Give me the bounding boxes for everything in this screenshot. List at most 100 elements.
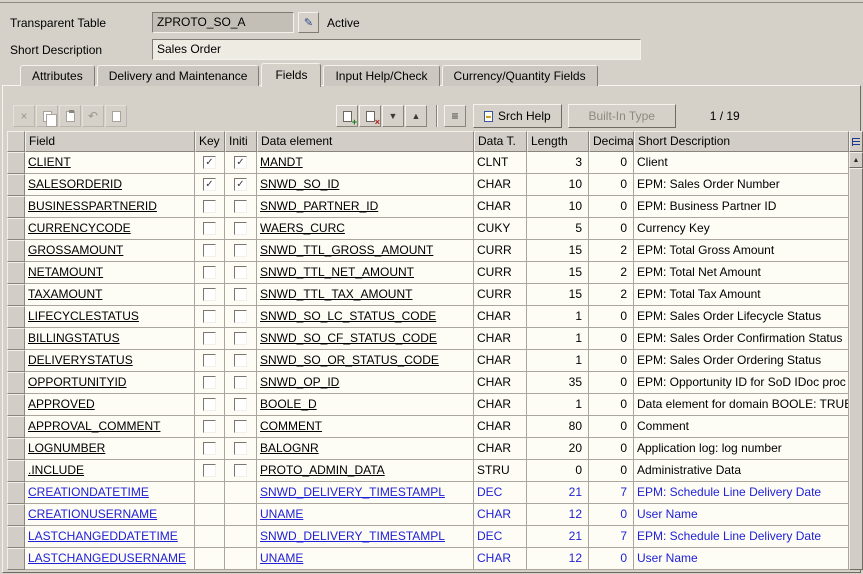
row-selector[interactable] [7,262,25,284]
table-name-input[interactable]: ZPROTO_SO_A [152,12,294,33]
checkbox[interactable] [234,442,247,455]
field-name-link[interactable]: BILLINGSTATUS [25,328,195,350]
row-selector[interactable] [7,306,25,328]
checkbox[interactable] [203,310,216,323]
initial-checkbox-cell[interactable] [225,196,257,218]
checkbox[interactable]: ✓ [203,178,216,191]
select-block-button[interactable] [105,105,127,127]
field-name-link[interactable]: NETAMOUNT [25,262,195,284]
field-name-link[interactable]: LIFECYCLESTATUS [25,306,195,328]
initial-checkbox-cell[interactable] [225,240,257,262]
data-element-link[interactable]: SNWD_DELIVERY_TIMESTAMPL [257,526,474,548]
field-name-link[interactable]: .INCLUDE [25,460,195,482]
initial-checkbox-cell[interactable] [225,306,257,328]
checkbox[interactable] [234,464,247,477]
data-element-link[interactable]: SNWD_TTL_NET_AMOUNT [257,262,474,284]
row-selector[interactable] [7,416,25,438]
data-element-link[interactable]: SNWD_SO_OR_STATUS_CODE [257,350,474,372]
checkbox[interactable] [234,420,247,433]
key-checkbox-cell[interactable] [195,482,225,504]
field-name-link[interactable]: CLIENT [25,152,195,174]
row-selector[interactable] [7,152,25,174]
field-name-link[interactable]: TAXAMOUNT [25,284,195,306]
key-checkbox-cell[interactable] [195,350,225,372]
row-selector[interactable] [7,218,25,240]
field-name-link[interactable]: LOGNUMBER [25,438,195,460]
initial-checkbox-cell[interactable] [225,548,257,570]
field-name-link[interactable]: CURRENCYCODE [25,218,195,240]
data-element-link[interactable]: UNAME [257,504,474,526]
data-element-link[interactable]: SNWD_OP_ID [257,372,474,394]
key-checkbox-cell[interactable] [195,328,225,350]
initial-checkbox-cell[interactable] [225,218,257,240]
tab-currency-quantity-fields[interactable]: Currency/Quantity Fields [441,65,598,86]
tab-fields[interactable]: Fields [261,63,322,87]
checkbox[interactable] [234,244,247,257]
key-checkbox-cell[interactable] [195,218,225,240]
key-checkbox-cell[interactable] [195,460,225,482]
checkbox[interactable] [203,442,216,455]
key-checkbox-cell[interactable] [195,262,225,284]
checkbox[interactable] [234,354,247,367]
key-checkbox-cell[interactable] [195,306,225,328]
key-checkbox-cell[interactable] [195,438,225,460]
key-checkbox-cell[interactable] [195,548,225,570]
checkbox[interactable] [203,288,216,301]
hierarchy-button[interactable]: ≡ [444,105,466,127]
data-element-link[interactable]: SNWD_TTL_GROSS_AMOUNT [257,240,474,262]
data-element-link[interactable]: SNWD_SO_ID [257,174,474,196]
data-element-link[interactable]: UNAME [257,548,474,570]
short-description-input[interactable]: Sales Order [152,39,641,60]
checkbox[interactable] [203,354,216,367]
scrollbar-thumb[interactable] [849,168,863,570]
data-element-link[interactable]: SNWD_TTL_TAX_AMOUNT [257,284,474,306]
field-name-link[interactable]: APPROVAL_COMMENT [25,416,195,438]
row-selector[interactable] [7,372,25,394]
initial-checkbox-cell[interactable]: ✓ [225,152,257,174]
row-selector[interactable] [7,394,25,416]
row-selector[interactable] [7,240,25,262]
key-checkbox-cell[interactable] [195,196,225,218]
field-name-link[interactable]: APPROVED [25,394,195,416]
data-element-link[interactable]: SNWD_SO_LC_STATUS_CODE [257,306,474,328]
checkbox[interactable] [203,398,216,411]
row-selector[interactable] [7,284,25,306]
initial-checkbox-cell[interactable] [225,460,257,482]
field-name-link[interactable]: BUSINESSPARTNERID [25,196,195,218]
key-checkbox-cell[interactable]: ✓ [195,174,225,196]
initial-checkbox-cell[interactable]: ✓ [225,174,257,196]
checkbox[interactable] [203,464,216,477]
checkbox[interactable] [234,200,247,213]
key-checkbox-cell[interactable] [195,284,225,306]
key-checkbox-cell[interactable] [195,416,225,438]
checkbox[interactable] [203,200,216,213]
initial-checkbox-cell[interactable] [225,372,257,394]
key-checkbox-cell[interactable] [195,372,225,394]
initial-checkbox-cell[interactable] [225,350,257,372]
key-checkbox-cell[interactable]: ✓ [195,152,225,174]
row-selector[interactable] [7,174,25,196]
copy-button[interactable] [36,105,58,127]
row-selector[interactable] [7,196,25,218]
checkbox[interactable]: ✓ [234,156,247,169]
select-all-corner[interactable] [7,131,25,152]
table-configuration-button[interactable] [849,131,863,152]
tab-input-help-check[interactable]: Input Help/Check [323,65,440,86]
initial-checkbox-cell[interactable] [225,394,257,416]
row-selector[interactable] [7,504,25,526]
checkbox[interactable] [234,310,247,323]
checkbox[interactable] [203,222,216,235]
row-selector[interactable] [7,350,25,372]
paste-button[interactable] [59,105,81,127]
delete-row-button[interactable]: × [359,105,381,127]
initial-checkbox-cell[interactable] [225,438,257,460]
field-name-link[interactable]: LASTCHANGEDDATETIME [25,526,195,548]
filter-button[interactable]: ▼ [382,105,404,127]
checkbox[interactable] [234,398,247,411]
checkbox[interactable] [203,376,216,389]
data-element-link[interactable]: COMMENT [257,416,474,438]
insert-row-button[interactable]: + [336,105,358,127]
row-selector[interactable] [7,482,25,504]
row-selector[interactable] [7,438,25,460]
checkbox[interactable] [234,288,247,301]
